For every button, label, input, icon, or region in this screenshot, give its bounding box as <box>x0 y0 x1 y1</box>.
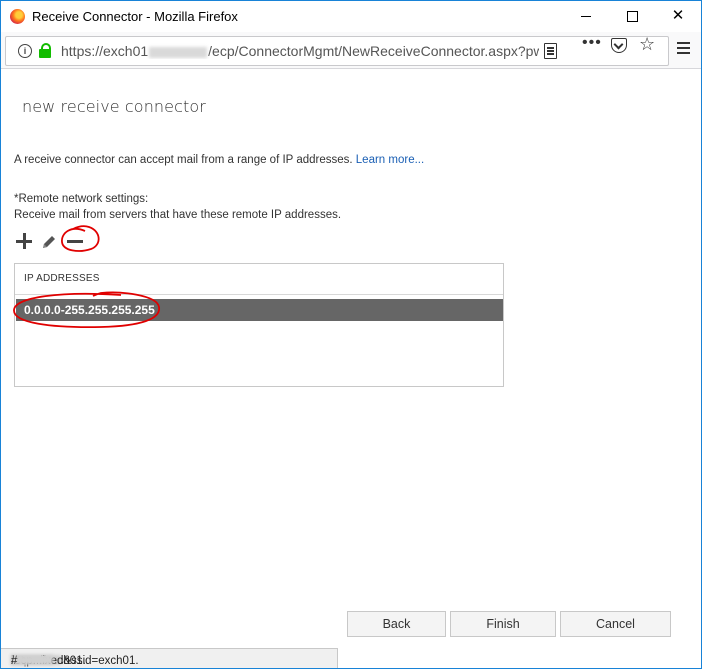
minimize-icon <box>581 16 591 17</box>
reader-view-icon[interactable] <box>544 43 557 59</box>
ip-addresses-list: IP ADDRESSES 0.0.0.0-255.255.255.255 <box>14 263 504 387</box>
add-icon[interactable] <box>16 233 32 249</box>
page-title: new receive connector <box>22 97 206 116</box>
maximize-button[interactable] <box>609 1 655 32</box>
url-suffix: /ecp/ConnectorMgmt/NewReceiveConnector.a… <box>208 43 539 59</box>
window-title: Receive Connector - Mozilla Firefox <box>32 9 238 24</box>
url-field[interactable]: i https://exch01/ecp/ConnectorMgmt/NewRe… <box>5 36 669 66</box>
back-button[interactable]: Back <box>347 611 446 637</box>
remote-network-settings-label: *Remote network settings: <box>14 193 149 205</box>
close-icon: ✕ <box>671 7 685 24</box>
browser-window: Receive Connector - Mozilla Firefox ✕ i … <box>0 0 702 669</box>
maximize-icon <box>627 11 638 22</box>
navigation-toolbar: i https://exch01/ecp/ConnectorMgmt/NewRe… <box>1 32 701 69</box>
status-bar: https://exch01./ecp...ixed&ssid=exch01.# <box>1 648 338 668</box>
finish-button[interactable]: Finish <box>450 611 556 637</box>
description-text: A receive connector can accept mail from… <box>14 154 424 166</box>
close-button[interactable]: ✕ <box>655 1 701 32</box>
remove-icon[interactable] <box>67 233 83 249</box>
status-url-suffix: # <box>11 655 18 667</box>
hamburger-menu-icon[interactable] <box>677 42 691 54</box>
url-prefix: https://exch01 <box>61 43 149 59</box>
minimize-button[interactable] <box>563 1 609 32</box>
more-actions-icon[interactable]: ••• <box>582 34 602 52</box>
ip-addresses-header[interactable]: IP ADDRESSES <box>15 264 503 295</box>
description-sentence: A receive connector can accept mail from… <box>14 154 353 166</box>
redacted-domain <box>149 46 208 58</box>
cancel-button[interactable]: Cancel <box>560 611 671 637</box>
edit-icon[interactable] <box>40 233 58 251</box>
url-text[interactable]: https://exch01/ecp/ConnectorMgmt/NewRece… <box>61 43 539 59</box>
lock-icon[interactable] <box>39 43 51 58</box>
ip-addresses-header-label: IP ADDRESSES <box>24 273 100 284</box>
ip-list-toolbar <box>14 230 114 252</box>
bookmark-star-icon[interactable]: ☆ <box>639 34 655 55</box>
ip-row[interactable]: 0.0.0.0-255.255.255.255 <box>16 299 503 321</box>
info-icon[interactable]: i <box>18 44 32 58</box>
remote-network-settings-help: Receive mail from servers that have thes… <box>14 209 342 221</box>
ip-row-value: 0.0.0.0-255.255.255.255 <box>24 303 155 317</box>
title-bar: Receive Connector - Mozilla Firefox ✕ <box>1 1 701 32</box>
learn-more-link[interactable]: Learn more... <box>356 154 424 166</box>
firefox-logo-icon <box>10 9 25 24</box>
